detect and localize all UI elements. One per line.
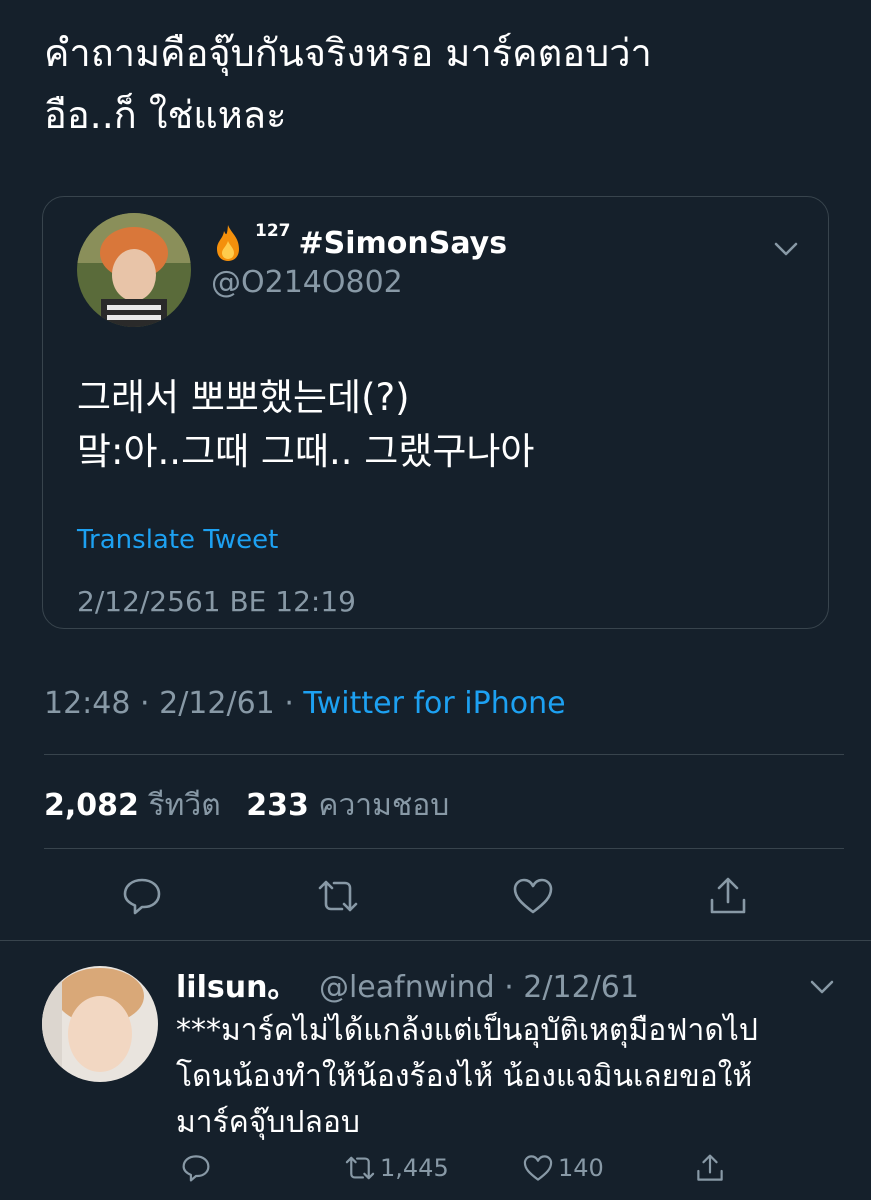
comment-icon	[182, 1155, 210, 1182]
tweet-stats: 2,082 รีทวีต 233 ความชอบ	[44, 782, 465, 829]
reply-body-line: มาร์คจุ๊บปลอบ	[176, 1105, 360, 1140]
reply-body-line: โดนน้องทำให้น้องร้องไห้ น้องแจมินเลยขอให…	[176, 1059, 753, 1094]
share-icon	[697, 1154, 723, 1181]
tweet-text: คำถามคือจุ๊บกันจริงหรอ มาร์คตอบว่า อือ..…	[44, 22, 844, 146]
fire-icon	[217, 225, 239, 261]
tweet-source-link[interactable]: Twitter for iPhone	[303, 686, 565, 721]
quote-handle[interactable]: @O214O802	[211, 265, 403, 300]
meta-separator: ·	[140, 686, 150, 721]
quote-display-name[interactable]: 127 #SimonSays	[211, 221, 508, 263]
tweet-meta: 12:48 · 2/12/61 · Twitter for iPhone	[44, 686, 566, 721]
retweet-label[interactable]: รีทวีต	[148, 788, 220, 823]
quote-name-text: #SimonSays	[298, 225, 508, 261]
divider	[44, 754, 844, 755]
avatar-image	[42, 966, 158, 1082]
quoted-tweet-card[interactable]: 127 #SimonSays @O214O802 그래서 뽀뽀했는데(?) 맠:…	[42, 196, 829, 629]
retweet-icon[interactable]	[316, 874, 360, 918]
like-label[interactable]: ความชอบ	[318, 788, 449, 823]
translate-tweet-link[interactable]: Translate Tweet	[77, 525, 278, 555]
reply-like-count: 140	[558, 1154, 604, 1182]
divider	[44, 848, 844, 849]
tweet-text-line: คำถามคือจุ๊บกันจริงหรอ มาร์คตอบว่า	[44, 31, 652, 75]
retweet-count[interactable]: 2,082	[44, 788, 139, 823]
reply-body-line: ***มาร์คไม่ได้แกล้งแต่เป็นอุบัติเหตุมือฟ…	[176, 1013, 758, 1048]
divider	[0, 940, 871, 941]
name-superscript: 127	[255, 221, 291, 241]
like-count[interactable]: 233	[246, 788, 309, 823]
reply-comment-button[interactable]	[180, 1152, 212, 1184]
reply-like-button[interactable]: 140	[522, 1152, 604, 1184]
quote-body: 그래서 뽀뽀했는데(?) 맠:아..그때 그때.. 그랬구나아	[77, 371, 534, 479]
reply-tweet[interactable]: lilsun。 @leafnwind · 2/12/61 ***มาร์คไม่…	[0, 950, 871, 1200]
avatar[interactable]	[77, 213, 191, 327]
reply-header: lilsun。 @leafnwind · 2/12/61	[176, 962, 639, 1006]
chevron-down-icon[interactable]	[807, 972, 837, 1002]
avatar-image	[77, 213, 191, 327]
comment-icon[interactable]	[120, 874, 164, 918]
heart-icon	[523, 1155, 553, 1181]
quote-body-line: 맠:아..그때 그때.. 그랬구나아	[77, 430, 535, 473]
reply-body: ***มาร์คไม่ได้แกล้งแต่เป็นอุบัติเหตุมือฟ…	[176, 1008, 836, 1146]
retweet-icon	[345, 1156, 375, 1180]
tweet-date: 2/12/61	[159, 686, 275, 721]
reply-display-name[interactable]: lilsun。	[176, 970, 297, 1005]
heart-icon[interactable]	[511, 874, 555, 918]
reply-handle[interactable]: @leafnwind	[319, 970, 495, 1005]
reply-date[interactable]: 2/12/61	[523, 970, 639, 1005]
reply-retweet-button[interactable]: 1,445	[344, 1152, 449, 1184]
chevron-down-icon[interactable]	[770, 233, 802, 265]
reply-retweet-count: 1,445	[380, 1154, 449, 1182]
tweet-time: 12:48	[44, 686, 131, 721]
avatar[interactable]	[42, 966, 158, 1082]
quote-timestamp: 2/12/2561 BE 12:19	[77, 585, 356, 618]
meta-separator: ·	[504, 970, 514, 1005]
meta-separator: ·	[284, 686, 294, 721]
tweet-text-line: อือ..ก็ ใช่แหละ	[44, 93, 287, 137]
quote-body-line: 그래서 뽀뽀했는데(?)	[77, 376, 410, 419]
share-icon[interactable]	[706, 874, 750, 918]
reply-share-button[interactable]	[694, 1152, 726, 1184]
